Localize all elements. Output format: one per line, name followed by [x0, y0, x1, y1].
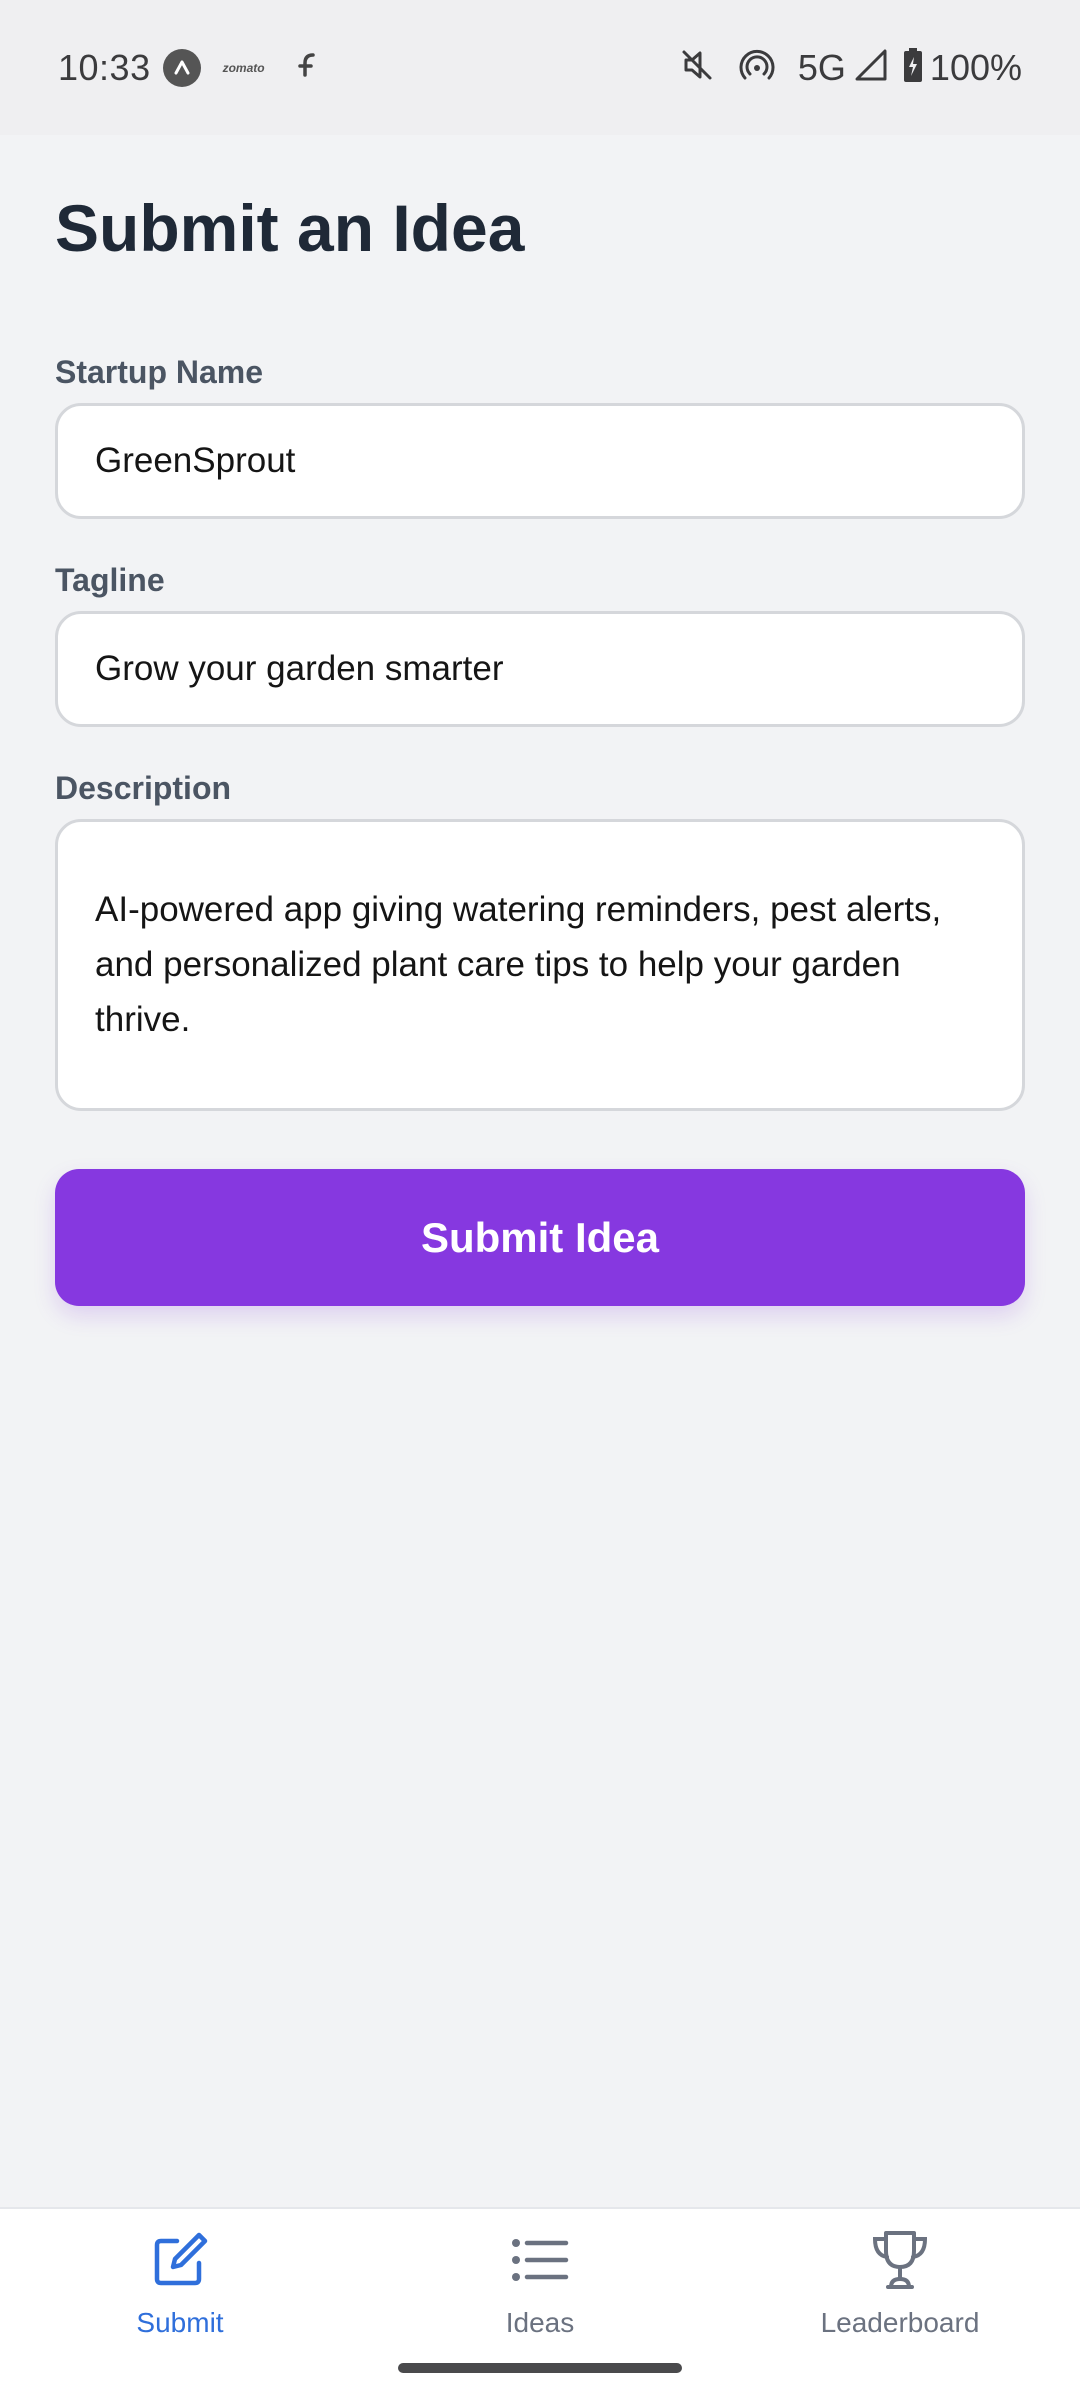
status-bar: 10:33 zomato 5G 100%: [0, 0, 1080, 135]
tagline-input[interactable]: [55, 611, 1025, 727]
mute-icon: [678, 46, 716, 89]
zomato-notification-icon: zomato: [222, 60, 265, 75]
page-title: Submit an Idea: [55, 191, 525, 265]
hotspot-icon: [738, 46, 776, 89]
edit-icon: [151, 2229, 209, 2291]
startup-name-label: Startup Name: [55, 354, 264, 390]
nav-item-submit[interactable]: Submit: [30, 2229, 330, 2339]
trophy-icon: [869, 2229, 931, 2291]
tagline-label: Tagline: [55, 562, 165, 598]
description-textarea[interactable]: AI-powered app giving watering reminders…: [55, 819, 1025, 1111]
battery-percent: 100%: [929, 46, 1022, 88]
status-right: 5G 100%: [656, 46, 1022, 89]
home-indicator[interactable]: [398, 2363, 682, 2373]
startup-name-input[interactable]: [55, 403, 1025, 519]
flash-notification-icon: [293, 50, 323, 85]
network-type: 5G: [797, 46, 846, 88]
nav-label-submit: Submit: [136, 2307, 224, 2338]
app-notification-icon: [162, 48, 201, 87]
status-left: 10:33 zomato: [58, 47, 323, 89]
nav-label-leaderboard: Leaderboard: [820, 2307, 980, 2338]
nav-item-leaderboard[interactable]: Leaderboard: [750, 2229, 1050, 2339]
battery-icon: [902, 47, 924, 88]
list-icon: [511, 2229, 569, 2291]
status-time: 10:33: [58, 46, 151, 88]
nav-item-ideas[interactable]: Ideas: [390, 2229, 690, 2339]
description-label: Description: [55, 770, 232, 806]
submit-idea-button[interactable]: Submit Idea: [55, 1169, 1025, 1306]
signal-icon: [854, 48, 888, 87]
nav-label-ideas: Ideas: [505, 2307, 575, 2338]
